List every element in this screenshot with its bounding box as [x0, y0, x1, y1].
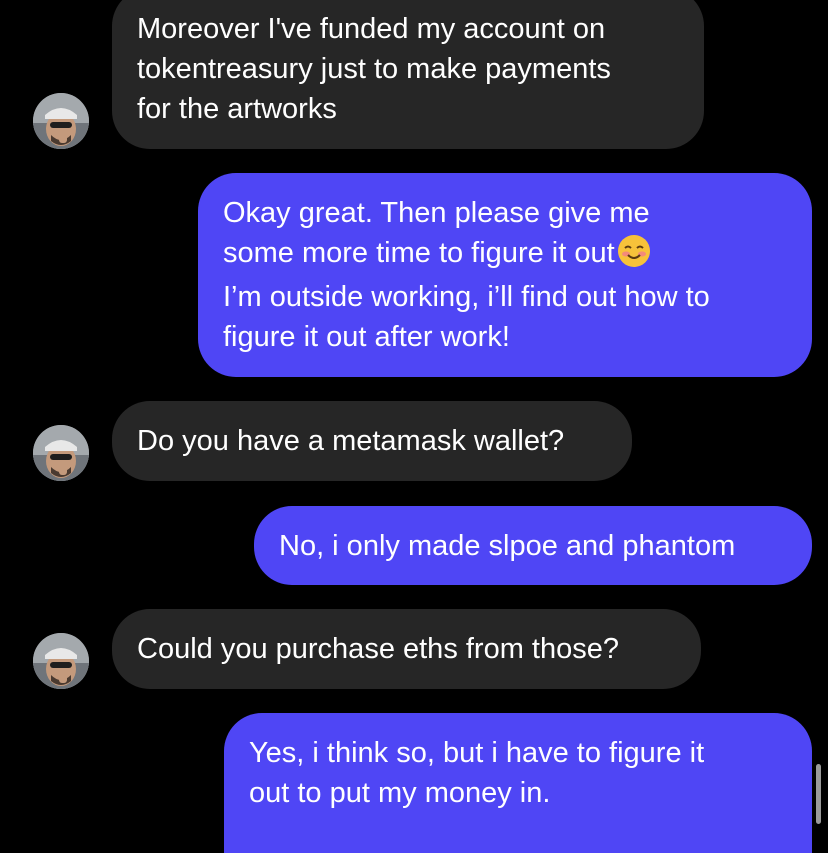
- message-text: Yes, i think so, but i have to figure it: [249, 737, 705, 769]
- contact-avatar[interactable]: [33, 93, 89, 149]
- incoming-message[interactable]: Moreover I've funded my account on token…: [112, 0, 704, 149]
- message-text: out to put my money in.: [249, 777, 551, 809]
- message-text: Moreover I've funded my account on: [137, 13, 606, 45]
- message-text: for the artworks: [137, 93, 337, 125]
- outgoing-message[interactable]: No, i only made slpoe and phantom: [254, 506, 812, 585]
- outgoing-message[interactable]: Okay great. Then please give me some mor…: [198, 173, 812, 377]
- scrollbar[interactable]: [816, 764, 821, 824]
- contact-avatar[interactable]: [33, 425, 89, 481]
- message-text: Do you have a metamask wallet?: [137, 425, 565, 457]
- message-text: some more time to figure it out: [223, 237, 615, 269]
- message-thread[interactable]: Moreover I've funded my account on token…: [0, 0, 828, 853]
- contact-avatar[interactable]: [33, 633, 89, 689]
- message-text: figure it out after work!: [223, 321, 510, 353]
- outgoing-message[interactable]: Yes, i think so, but i have to figure it…: [224, 713, 812, 853]
- message-text: Could you purchase eths from those?: [137, 633, 619, 665]
- message-text: I’m outside working, i’ll find out how t…: [223, 281, 710, 313]
- incoming-message[interactable]: Do you have a metamask wallet?: [112, 401, 632, 481]
- incoming-message[interactable]: Could you purchase eths from those?: [112, 609, 701, 689]
- message-text: tokentreasury just to make payments: [137, 53, 611, 85]
- message-text: Okay great. Then please give me: [223, 197, 650, 229]
- message-line: some more time to figure it out: [223, 233, 812, 273]
- message-text: No, i only made slpoe and phantom: [279, 530, 736, 562]
- smiling-face-icon: [617, 234, 651, 268]
